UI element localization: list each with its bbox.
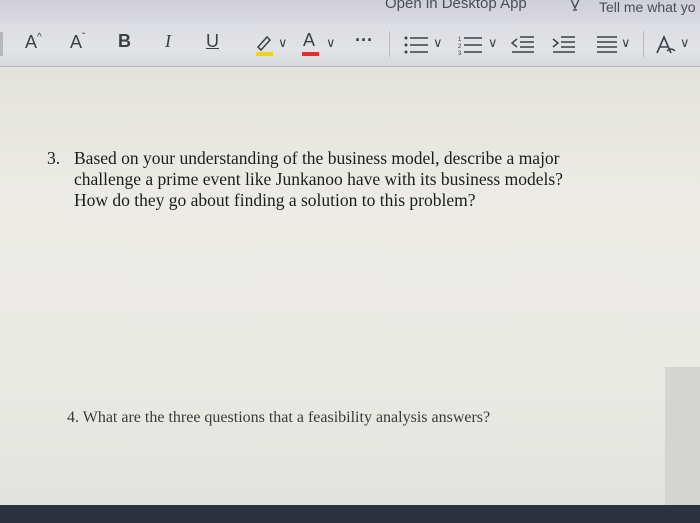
grow-font-button[interactable]: A^ xyxy=(25,32,42,53)
document-page[interactable] xyxy=(0,67,700,505)
open-in-desktop-app-link[interactable]: Open in Desktop App xyxy=(385,0,527,12)
question-3-line: challenge a prime event like Junkanoo ha… xyxy=(74,169,563,189)
bold-button[interactable]: B xyxy=(118,31,131,52)
svg-text:2: 2 xyxy=(458,44,462,50)
bullet-chevron-icon[interactable]: ∨ xyxy=(433,35,443,51)
italic-button[interactable]: I xyxy=(165,31,171,52)
caret-down-icon: ˇ xyxy=(82,32,86,43)
top-bar: Open in Desktop App Tell me what yo xyxy=(0,0,700,24)
ribbon-separator xyxy=(389,31,390,57)
align-chevron-icon[interactable]: ∨ xyxy=(621,35,631,51)
highlight-chevron-icon[interactable]: ∨ xyxy=(278,35,288,51)
bullet-list-icon[interactable] xyxy=(404,35,430,55)
shrink-font-button[interactable]: Aˇ xyxy=(70,32,85,53)
more-options-button[interactable]: ··· xyxy=(355,30,373,51)
numbered-list-icon[interactable]: 1 2 3 xyxy=(458,35,484,55)
underline-button[interactable]: U xyxy=(206,31,219,52)
question-3-line: How do they go about finding a solution … xyxy=(74,190,476,210)
ribbon-edge xyxy=(0,32,3,56)
svg-text:1: 1 xyxy=(458,37,462,43)
font-color-bar xyxy=(302,52,319,56)
lightbulb-icon xyxy=(570,0,580,11)
caret-up-icon: ^ xyxy=(37,32,42,43)
svg-text:3: 3 xyxy=(458,51,462,55)
ribbon-separator xyxy=(643,31,644,57)
question-3-number: 3. xyxy=(47,148,61,168)
grow-font-label: A xyxy=(25,32,38,52)
bottom-status-bar xyxy=(0,505,700,523)
decrease-indent-icon[interactable] xyxy=(511,35,535,55)
shrink-font-label: A xyxy=(70,32,83,52)
tell-me-search[interactable]: Tell me what yo xyxy=(599,0,695,15)
font-color-button[interactable]: A xyxy=(303,30,315,51)
styles-chevron-icon[interactable]: ∨ xyxy=(680,35,690,51)
font-color-chevron-icon[interactable]: ∨ xyxy=(326,35,336,51)
font-color-label: A xyxy=(303,30,316,50)
formatting-ribbon: A^ Aˇ B I U ∨ A ∨ ··· ∨ 1 2 3 ∨ ∨ ∨ xyxy=(0,24,700,67)
question-4: 4. What are the three questions that a f… xyxy=(67,409,491,426)
page-shadow xyxy=(665,367,700,505)
increase-indent-icon[interactable] xyxy=(552,35,576,55)
styles-icon[interactable] xyxy=(655,35,677,55)
align-text-icon[interactable] xyxy=(596,35,618,55)
numbered-chevron-icon[interactable]: ∨ xyxy=(488,35,498,51)
highlight-pen-icon[interactable] xyxy=(254,33,276,57)
question-3-line: Based on your understanding of the busin… xyxy=(74,148,560,168)
